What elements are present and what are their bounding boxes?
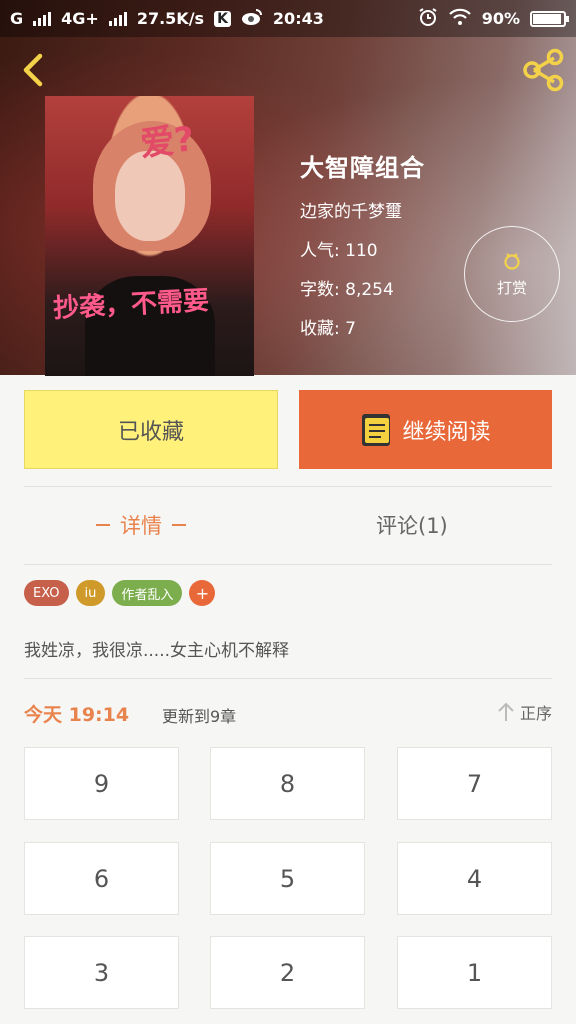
tab-indicator-left [96,524,110,526]
favorited-button[interactable]: 已收藏 [24,390,278,469]
chapter-button[interactable]: 5 [210,842,365,915]
tag-item[interactable]: iu [75,580,106,606]
battery-icon [530,10,569,27]
sort-order-label: 正序 [519,704,552,723]
book-favorites: 收藏: 7 [300,319,356,339]
add-tag-button[interactable]: + [189,580,216,606]
tag-item[interactable]: 作者乱入 [112,580,183,606]
tab-comments[interactable]: 评论(1) [376,510,448,540]
signal-icon [33,11,52,26]
share-button[interactable] [520,48,568,92]
network-speed: 27.5K/s [136,9,205,28]
tab-detail[interactable]: 详情 [96,510,186,540]
arrow-up-icon [498,702,514,721]
favorited-label: 已收藏 [117,419,184,445]
detail-tabs: 详情 评论(1) [0,488,576,564]
chapter-button[interactable]: 6 [24,842,179,915]
continue-reading-label: 继续阅读 [402,419,491,445]
book-title: 大智障组合 [300,154,425,182]
book-summary: 我姓凉，我很凉.....女主心机不解释 [24,641,290,661]
k-app-icon: K [214,10,231,27]
battery-percent: 90% [481,9,520,28]
share-icon [523,48,564,92]
tip-label: 打赏 [496,278,527,297]
update-status: 更新到9章 [162,707,237,726]
coin-icon [504,252,520,270]
cover-caption-top: 爱? [138,119,197,165]
chapter-button[interactable]: 3 [24,936,179,1009]
chapter-button[interactable]: 1 [397,936,552,1009]
weibo-icon [241,8,263,30]
chapter-button[interactable]: 7 [397,747,552,820]
chapter-button[interactable]: 4 [397,842,552,915]
back-button[interactable] [14,48,54,92]
book-word-count: 字数: 8,254 [300,280,394,300]
chapter-button[interactable]: 8 [210,747,365,820]
tab-detail-label: 详情 [120,514,162,538]
clock-time: 20:43 [272,9,324,28]
carrier-label: G [10,9,24,28]
tab-indicator-right [172,524,186,526]
chapter-button[interactable]: 2 [210,936,365,1009]
sort-order-button[interactable]: 正序 [496,700,552,724]
book-popularity: 人气: 110 [300,241,378,261]
wifi-icon [448,8,472,30]
tag-item[interactable]: EXO [24,580,69,606]
book-cover-image: 爱? 抄袭，不需要 [45,96,254,376]
alarm-icon [418,7,438,31]
tag-list: EXO iu 作者乱入 + [24,580,216,606]
divider [24,678,552,679]
chapter-button[interactable]: 9 [24,747,179,820]
update-time: 今天 19:14 [24,704,130,726]
book-info: 大智障组合 边家的千梦璽 人气: 110 字数: 8,254 收藏: 7 [300,148,425,339]
update-info: 今天 19:14 更新到9章 正序 [24,700,552,728]
signal-icon-2 [108,11,127,26]
book-author[interactable]: 边家的千梦璽 [300,197,425,222]
divider [24,486,552,487]
tip-button[interactable]: 打赏 [464,226,560,322]
continue-reading-button[interactable]: 继续阅读 [299,390,552,469]
chevron-left-icon [23,53,43,87]
status-bar: G 4G+ 27.5K/s K 20:43 90% [0,0,576,37]
divider [24,564,552,565]
network-label: 4G+ [61,9,99,28]
book-icon [362,413,391,446]
